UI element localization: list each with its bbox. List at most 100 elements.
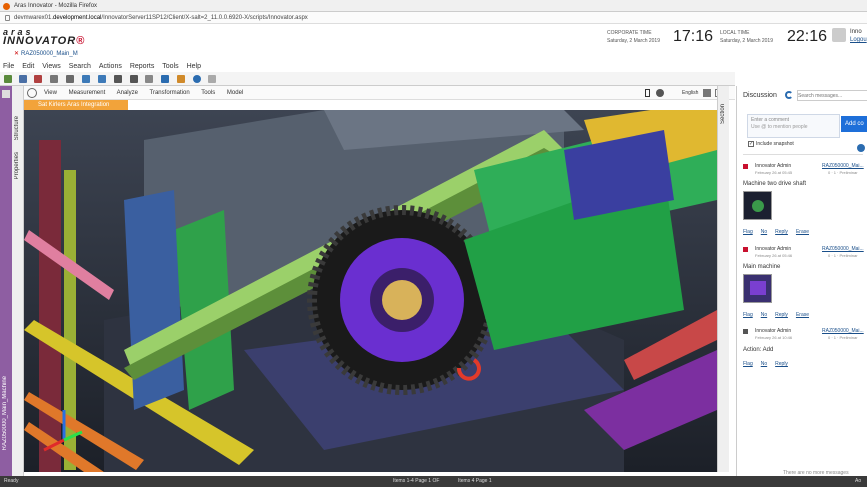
post-author: Innovator Admin: [755, 328, 792, 334]
export-icon[interactable]: [66, 75, 74, 83]
language-select[interactable]: English: [682, 86, 698, 100]
viewer-menu-analyze[interactable]: Analyze: [117, 90, 138, 96]
lock-item-icon[interactable]: [114, 75, 122, 83]
item-type-icon: [743, 329, 748, 334]
discussion-search-input[interactable]: [797, 90, 867, 101]
settings-icon[interactable]: [703, 89, 711, 97]
menu-search[interactable]: Search: [69, 63, 91, 70]
url-domain: development.local: [53, 15, 102, 21]
post-item-ref: 0 · 1 · Preliminar: [828, 253, 858, 258]
viewer-menu-measurement[interactable]: Measurement: [69, 90, 106, 96]
post-item-link[interactable]: RAZ050000_Mai...: [822, 328, 864, 334]
corporate-time: 17:16: [673, 28, 714, 45]
viewer-menu-transformation[interactable]: Transformation: [150, 90, 190, 96]
3d-viewport[interactable]: [24, 110, 717, 472]
close-icon[interactable]: ✕: [14, 51, 19, 57]
logout-link[interactable]: Logou: [850, 37, 867, 43]
print-icon[interactable]: [50, 75, 58, 83]
user-avatar[interactable]: [832, 28, 846, 42]
count-link[interactable]: No: [761, 312, 767, 318]
comment-input[interactable]: Enter a comment Use @ to mention people: [747, 114, 840, 138]
flag-link[interactable]: Flag: [743, 361, 753, 367]
discussion-panel: Discussion Enter a comment Use @ to ment…: [736, 86, 867, 476]
unlock-item-icon[interactable]: [130, 75, 138, 83]
tab-structure[interactable]: Structure: [14, 116, 20, 140]
post-actions: Flag No Reply Erase: [743, 229, 817, 235]
flag-link[interactable]: Flag: [743, 312, 753, 318]
count-link[interactable]: No: [761, 361, 767, 367]
undo-icon[interactable]: [145, 75, 153, 83]
snapshot-thumbnail[interactable]: [743, 191, 772, 220]
menu-edit[interactable]: Edit: [22, 63, 34, 70]
url-path: /InnovatorServer11SP12/Client/X-salt=2_1…: [101, 15, 308, 21]
save-icon[interactable]: [19, 75, 27, 83]
reply-link[interactable]: Reply: [775, 229, 788, 235]
post-item-link[interactable]: RAZ050000_Mai...: [822, 163, 864, 169]
url-bar[interactable]: devmwarex01.development.local/InnovatorS…: [0, 12, 867, 24]
refresh-discussion-icon[interactable]: [785, 91, 793, 99]
menu-views[interactable]: Views: [42, 63, 61, 70]
erase-link[interactable]: Erase: [796, 229, 809, 235]
status-bar: Ready Items 1-4 Page 1 OF Items 4 Page 1…: [0, 476, 867, 487]
discussion-post: Innovator Admin February 26 at 05:46 RAZ…: [743, 246, 867, 320]
viewer-menu-view[interactable]: View: [44, 90, 57, 96]
refresh-icon[interactable]: [161, 75, 169, 83]
discussion-post: Innovator Admin February 26 at 10:46 RAZ…: [743, 328, 867, 372]
copy-icon[interactable]: [82, 75, 90, 83]
viewer-menu-tools[interactable]: Tools: [201, 90, 215, 96]
menu-reports[interactable]: Reports: [130, 63, 155, 70]
sidebar-toggle-icon[interactable]: [2, 90, 10, 98]
local-time: 22:16: [787, 28, 828, 45]
globe-icon[interactable]: [656, 89, 664, 97]
erase-link[interactable]: Erase: [796, 312, 809, 318]
flag-link[interactable]: Flag: [743, 229, 753, 235]
new-icon[interactable]: [4, 75, 12, 83]
paste-icon[interactable]: [98, 75, 106, 83]
help-icon[interactable]: [193, 75, 201, 83]
viewer-menu-model[interactable]: Model: [227, 90, 243, 96]
item-type-icon: [743, 164, 748, 169]
menu-tools[interactable]: Tools: [162, 63, 178, 70]
part-name-vertical: RAZ050000_Main_Machine: [2, 376, 8, 451]
count-link[interactable]: No: [761, 229, 767, 235]
include-snapshot-checkbox[interactable]: ✓: [748, 141, 754, 147]
post-date: February 26 at 05:46: [755, 253, 793, 258]
delete-icon[interactable]: [34, 75, 42, 83]
viewer-home-icon[interactable]: [27, 88, 37, 98]
user-name: Inno: [850, 29, 862, 35]
reply-link[interactable]: Reply: [775, 312, 788, 318]
integration-banner: Sat Kirlers Aras Integration: [24, 100, 128, 110]
post-text: Main machine: [743, 264, 781, 270]
menu-file[interactable]: File: [3, 63, 14, 70]
innovator-logo: INNOVATOR®: [3, 35, 85, 47]
visibility-globe-icon[interactable]: [857, 144, 865, 152]
post-date: February 26 at 05:45: [755, 170, 793, 175]
reply-link[interactable]: Reply: [775, 361, 788, 367]
post-author: Innovator Admin: [755, 246, 792, 252]
browser-title-bar: Aras Innovator - Mozilla Firefox: [0, 0, 867, 12]
status-items-2: Items 4 Page 1: [458, 478, 492, 484]
status-left: Ready: [4, 478, 19, 484]
item-toolbar: [0, 72, 735, 86]
item-type-icon: [743, 247, 748, 252]
comment-placeholder-2: Use @ to mention people: [751, 124, 808, 130]
mobile-icon[interactable]: [645, 89, 650, 97]
post-item-ref: 0 · 1 · Preliminar: [828, 335, 858, 340]
logo-mark: ®: [76, 35, 86, 47]
menu-help[interactable]: Help: [187, 63, 201, 70]
tab-properties[interactable]: Properties: [14, 152, 20, 179]
post-text: Action: Add: [743, 347, 774, 353]
menu-actions[interactable]: Actions: [99, 63, 122, 70]
snapshot-thumbnail[interactable]: [743, 274, 772, 303]
done-icon[interactable]: [208, 75, 216, 83]
status-items: Items 1-4 Page 1 OF: [393, 478, 440, 484]
lock-icon: [5, 15, 10, 21]
discussion-title: Discussion: [743, 92, 777, 99]
section-tab-strip: Section: [717, 86, 729, 472]
add-comment-button[interactable]: Add co: [841, 116, 867, 132]
promote-icon[interactable]: [177, 75, 185, 83]
tab-section[interactable]: Section: [720, 104, 726, 124]
post-item-link[interactable]: RAZ050000_Mai...: [822, 246, 864, 252]
cad-model-render[interactable]: [24, 110, 717, 472]
open-item-tab[interactable]: ✕ RAZ050000_Main_M: [14, 50, 78, 57]
